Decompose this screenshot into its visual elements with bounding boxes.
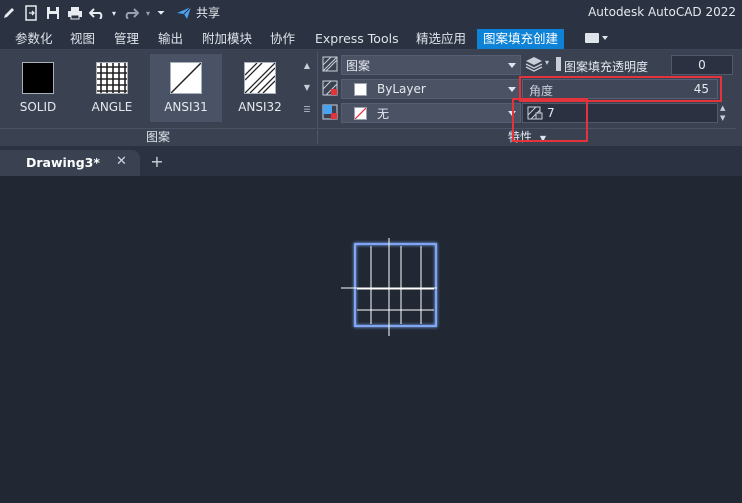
chevron-down-icon — [508, 63, 516, 68]
color-swatch — [354, 82, 367, 96]
scale-spinner[interactable]: ▲ ▼ — [720, 103, 730, 123]
pattern-swatch-label: ANSI31 — [164, 100, 208, 114]
document-tab-bar: Drawing3* ✕ + — [0, 146, 742, 176]
share-label: 共享 — [196, 6, 221, 20]
scroll-up-icon[interactable]: ▲ — [300, 54, 314, 76]
pattern-gallery-scroll: ▲ ▼ ☰ — [300, 54, 314, 122]
transparency-value: 0 — [698, 58, 706, 72]
hatch-type-value: 图案 — [346, 58, 371, 73]
undo-icon[interactable] — [88, 4, 106, 22]
pattern-panel-title: 图案 — [0, 128, 316, 146]
document-tab-name: Drawing3* — [26, 155, 100, 170]
hatched-rectangle[interactable] — [353, 242, 438, 328]
save-icon[interactable] — [44, 4, 62, 22]
new-tab-button[interactable]: + — [147, 152, 167, 172]
pattern-swatch-label: ANSI32 — [238, 100, 282, 114]
undo-dropdown-icon[interactable]: ▾ — [110, 4, 118, 22]
hatch-type-icon — [322, 56, 340, 74]
close-icon[interactable]: ✕ — [116, 154, 127, 169]
redo-icon[interactable] — [122, 4, 140, 22]
pattern-swatch-angle[interactable]: ANGLE — [76, 54, 148, 122]
layers-icon[interactable] — [525, 56, 543, 74]
pattern-swatch-label: ANGLE — [91, 100, 133, 114]
chevron-down-icon — [602, 36, 608, 40]
drawing-svg — [341, 238, 438, 336]
transparency-input[interactable]: 0 — [671, 55, 733, 75]
hatch-color-icon — [322, 80, 340, 98]
drawing-canvas[interactable] — [0, 176, 742, 503]
print-icon[interactable] — [66, 4, 84, 22]
spin-up-icon[interactable]: ▲ — [720, 103, 730, 113]
pattern-swatch-ansi32[interactable]: ANSI32 — [224, 54, 296, 122]
transparency-label: 图案填充透明度 — [564, 60, 649, 74]
tab-output[interactable]: 输出 — [152, 29, 189, 49]
share-button[interactable]: 共享 — [176, 4, 220, 21]
document-tab-drawing3[interactable]: Drawing3* ✕ — [0, 150, 140, 176]
panel-icon — [585, 33, 599, 43]
ribbon-tab-bar: 参数化 视图 管理 输出 附加模块 协作 Express Tools 精选应用 … — [0, 26, 742, 50]
tab-manage[interactable]: 管理 — [108, 29, 145, 49]
tab-collaborate[interactable]: 协作 — [264, 29, 301, 49]
edit-icon[interactable] — [0, 4, 18, 22]
tab-parametric[interactable]: 参数化 — [9, 29, 59, 49]
ribbon-panel-area: SOLID ANGLE ANSI31 ANSI32 ▲ ▼ ☰ 图案 图案 ▾ … — [0, 50, 742, 146]
title-bar: ▾ ▾ ⏷ 共享 Autodesk AutoCAD 2022 — [0, 0, 742, 26]
hatch-lines — [357, 246, 434, 324]
tab-hatch-creation[interactable]: 图案填充创建 — [477, 29, 565, 49]
scale-highlight — [512, 98, 588, 142]
pattern-swatch-label: SOLID — [19, 100, 57, 114]
no-color-swatch — [354, 106, 367, 120]
spin-down-icon[interactable]: ▼ — [720, 113, 730, 123]
background-color-value: 无 — [377, 106, 390, 121]
chevron-down-icon[interactable]: ▾ — [545, 58, 549, 67]
redo-dropdown-icon[interactable]: ▾ — [144, 4, 152, 22]
tab-view[interactable]: 视图 — [64, 29, 101, 49]
tab-express-tools[interactable]: Express Tools — [309, 29, 405, 49]
scroll-down-icon[interactable]: ▼ — [300, 76, 314, 98]
customize-toolbar-icon[interactable]: ⏷ — [156, 4, 166, 22]
pattern-swatch-ansi31[interactable]: ANSI31 — [150, 54, 222, 122]
app-title: Autodesk AutoCAD 2022 — [588, 5, 736, 19]
angle-pattern-icon — [96, 62, 128, 94]
tab-addins[interactable]: 附加模块 — [196, 29, 258, 49]
ribbon-display-toggle[interactable] — [585, 31, 613, 45]
rectangle-boundary — [353, 242, 438, 328]
pattern-panel: SOLID ANGLE ANSI31 ANSI32 ▲ ▼ ☰ 图案 — [0, 50, 316, 146]
tab-featured-apps[interactable]: 精选应用 — [410, 29, 472, 49]
pattern-swatch-solid[interactable]: SOLID — [2, 54, 74, 122]
solid-pattern-icon — [22, 62, 54, 94]
expand-gallery-icon[interactable]: ☰ — [300, 98, 314, 120]
hatch-type-dropdown[interactable]: 图案 — [341, 55, 521, 75]
ansi32-pattern-icon — [244, 62, 276, 94]
transparency-icon — [556, 56, 562, 74]
hatch-color-dropdown[interactable]: ByLayer — [341, 79, 521, 99]
background-color-icon — [322, 104, 340, 122]
ansi31-pattern-icon — [170, 62, 202, 94]
chevron-down-icon — [508, 87, 516, 92]
hatch-color-value: ByLayer — [377, 82, 426, 96]
share-icon — [177, 6, 192, 19]
background-color-dropdown[interactable]: 无 — [341, 103, 521, 123]
open-file-icon[interactable] — [22, 4, 40, 22]
quick-access-toolbar: ▾ ▾ ⏷ — [0, 3, 170, 23]
